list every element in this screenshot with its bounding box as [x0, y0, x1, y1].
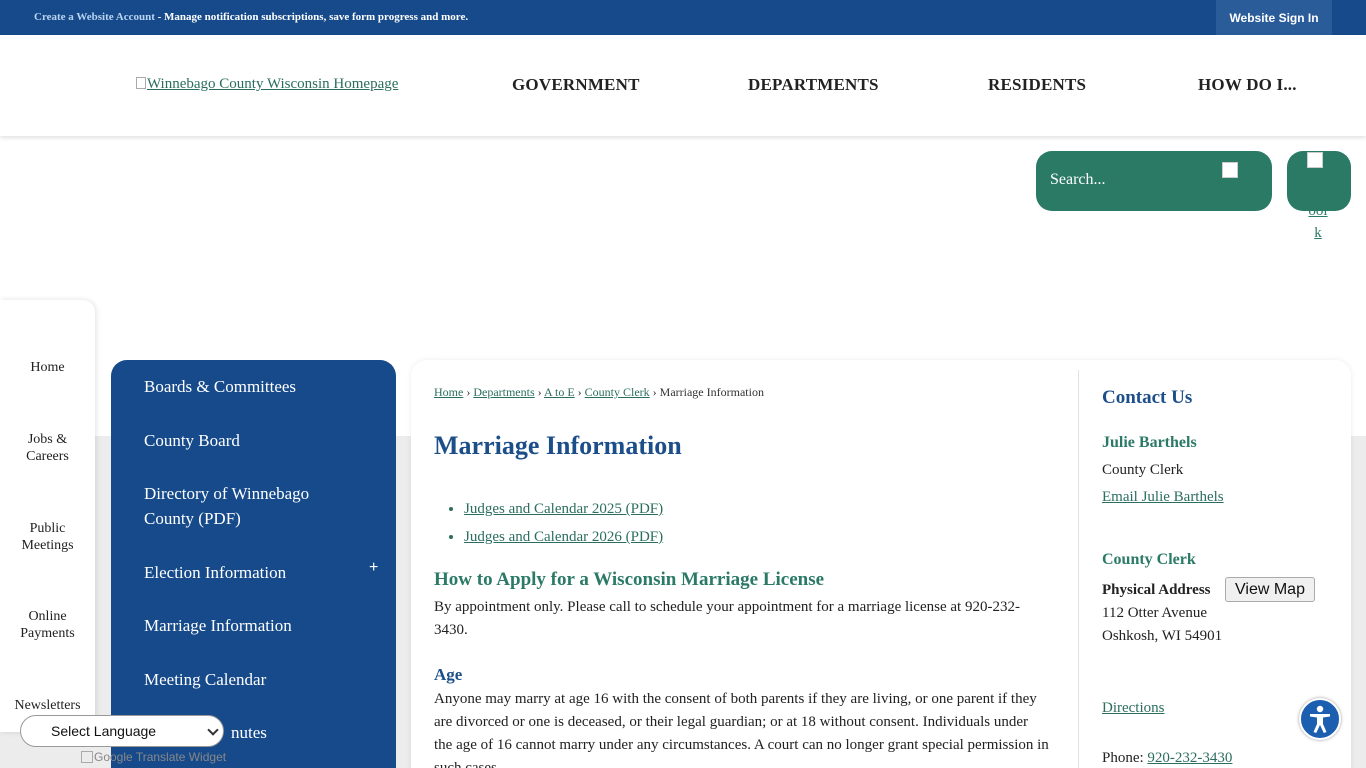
address-street: 112 Otter Avenue	[1102, 605, 1207, 621]
chevron-down-icon	[207, 724, 219, 736]
quicklink-jobs-careers[interactable]: Jobs & Careers	[0, 431, 95, 465]
nav-how-do-i[interactable]: HOW DO I...	[1198, 75, 1297, 95]
book-link-text[interactable]: ool k	[1303, 200, 1333, 244]
nav-county-board[interactable]: County Board	[144, 428, 240, 453]
directions-link[interactable]: Directions	[1102, 700, 1164, 717]
breadcrumb-separator: ›	[466, 385, 471, 399]
language-select-value: Select Language	[51, 723, 157, 739]
create-account-link[interactable]: Create a Website Account	[34, 11, 155, 23]
age-heading: Age	[434, 665, 463, 684]
nav-minutes[interactable]: nutes	[231, 720, 267, 745]
nav-marriage-information[interactable]: Marriage Information	[144, 613, 292, 638]
quick-links-sidebar: Home Jobs & Careers Public Meetings Onli…	[0, 300, 95, 732]
contact-phone: Phone: 920-232-3430	[1102, 750, 1232, 767]
site-header: Winnebago County Wisconsin Homepage GOVE…	[0, 35, 1366, 136]
quicklink-home[interactable]: Home	[0, 359, 95, 376]
search-input[interactable]: Search...	[1050, 171, 1106, 189]
breadcrumb: Home › Departments › A to E › County Cle…	[434, 385, 764, 400]
nav-meeting-calendar[interactable]: Meeting Calendar	[144, 667, 266, 692]
nav-boards-committees[interactable]: Boards & Committees	[144, 374, 296, 399]
broken-image-icon	[81, 751, 93, 763]
judges-calendar-2026-link[interactable]: Judges and Calendar 2026 (PDF)	[464, 529, 663, 545]
quicklink-online-payments[interactable]: Online Payments	[0, 608, 95, 642]
nav-departments[interactable]: DEPARTMENTS	[748, 75, 879, 95]
main-content: Home › Departments › A to E › County Cle…	[411, 360, 1351, 768]
phone-label: Phone:	[1102, 750, 1148, 766]
apply-paragraph: By appointment only. Please call to sche…	[434, 599, 1020, 638]
language-select[interactable]: Select Language	[20, 715, 224, 747]
contact-email-link[interactable]: Email Julie Barthels	[1102, 489, 1224, 506]
breadcrumb-separator: ›	[537, 385, 542, 399]
nav-government[interactable]: GOVERNMENT	[512, 75, 640, 95]
column-divider	[1078, 370, 1079, 768]
account-message-text: - Manage notification subscriptions, sav…	[154, 11, 469, 23]
department-nav: Boards & Committees County Board Directo…	[111, 360, 396, 768]
nav-election-information[interactable]: Election Information	[144, 560, 286, 585]
judges-calendar-2025-link[interactable]: Judges and Calendar 2025 (PDF)	[464, 501, 663, 517]
phone-link[interactable]: 920-232-3430	[1147, 750, 1232, 766]
google-translate-widget: Google Translate Widget	[81, 750, 226, 764]
contact-name: Julie Barthels	[1102, 434, 1197, 451]
homepage-logo-link[interactable]: Winnebago County Wisconsin Homepage	[136, 76, 398, 93]
nav-residents[interactable]: RESIDENTS	[988, 75, 1086, 95]
accessibility-button[interactable]	[1299, 698, 1341, 740]
quicklink-public-meetings[interactable]: Public Meetings	[0, 520, 95, 554]
book-icon	[1307, 152, 1323, 168]
accessibility-icon	[1310, 705, 1330, 733]
search-box[interactable]: Search...	[1036, 151, 1272, 211]
address-city: Oshkosh, WI 54901	[1102, 628, 1223, 644]
page-title: Marriage Information	[434, 431, 682, 460]
broken-image-icon	[136, 77, 146, 89]
physical-address-label: Physical Address	[1102, 582, 1211, 598]
breadcrumb-a-to-e[interactable]: A to E	[544, 385, 575, 399]
book-text-line1: ool	[1308, 203, 1328, 219]
breadcrumb-departments[interactable]: Departments	[473, 385, 534, 399]
top-utility-bar: Create a Website Account - Manage notifi…	[0, 0, 1366, 35]
contact-department: County Clerk	[1102, 551, 1196, 568]
google-translate-text: Google Translate Widget	[94, 750, 227, 764]
list-item: Judges and Calendar 2025 (PDF)	[464, 495, 663, 523]
website-sign-in-button[interactable]: Website Sign In	[1216, 0, 1332, 35]
breadcrumb-county-clerk[interactable]: County Clerk	[585, 385, 650, 399]
age-paragraph: Anyone may marry at age 16 with the cons…	[434, 691, 1049, 768]
expand-plus-icon[interactable]: +	[369, 559, 378, 577]
contact-title: Contact Us	[1102, 387, 1193, 408]
document-list: Judges and Calendar 2025 (PDF) Judges an…	[464, 495, 663, 551]
search-icon[interactable]	[1222, 162, 1238, 178]
account-message: Create a Website Account - Manage notifi…	[34, 11, 468, 23]
apply-heading: How to Apply for a Wisconsin Marriage Li…	[434, 569, 825, 590]
list-item: Judges and Calendar 2026 (PDF)	[464, 523, 663, 551]
breadcrumb-separator: ›	[652, 385, 657, 399]
breadcrumb-current: Marriage Information	[659, 385, 764, 399]
breadcrumb-home[interactable]: Home	[434, 385, 463, 399]
logo-alt-text: Winnebago County Wisconsin Homepage	[147, 76, 399, 92]
breadcrumb-separator: ›	[577, 385, 582, 399]
nav-directory-pdf[interactable]: Directory of Winnebago County (PDF)	[144, 481, 344, 531]
quicklink-newsletters[interactable]: Newsletters	[0, 697, 95, 714]
view-map-button[interactable]: View Map	[1225, 577, 1315, 602]
contact-role: County Clerk	[1102, 462, 1184, 478]
book-text-line2: k	[1314, 225, 1322, 241]
